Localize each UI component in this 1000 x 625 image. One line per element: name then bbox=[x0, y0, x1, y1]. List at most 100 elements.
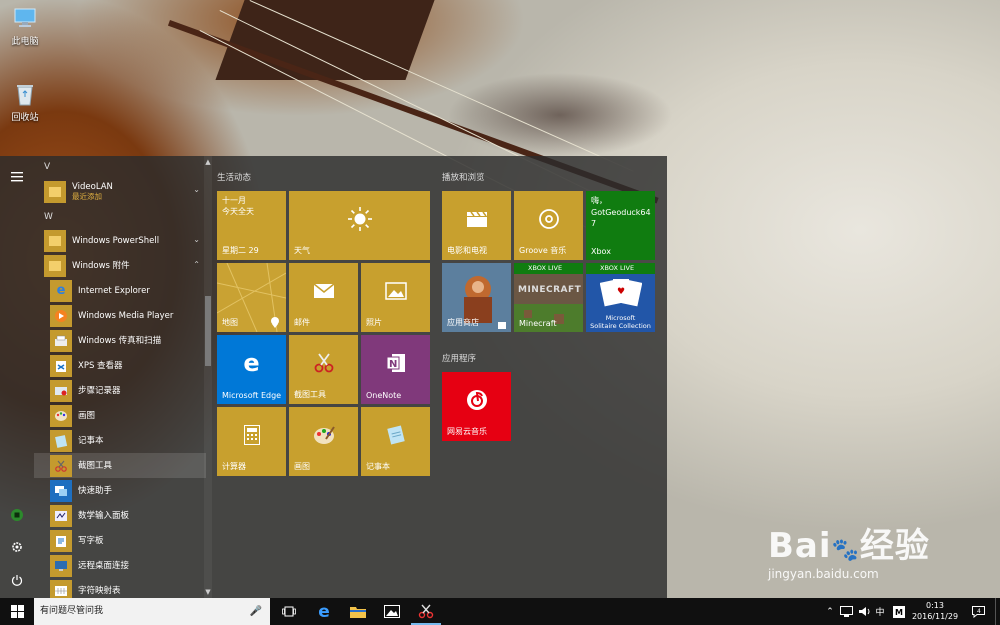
tile-label: Xbox bbox=[591, 247, 611, 256]
tile-weather[interactable]: 天气 bbox=[289, 191, 430, 260]
taskbar-snipping-tool[interactable] bbox=[411, 598, 441, 625]
app-item-internet-explorer[interactable]: e Internet Explorer bbox=[34, 278, 206, 303]
taskbar-clock[interactable]: 0:13 2016/11/29 bbox=[910, 600, 960, 622]
tile-calculator[interactable]: 计算器 bbox=[217, 407, 286, 476]
tile-store[interactable]: 应用商店 bbox=[442, 263, 511, 332]
store-bag-icon bbox=[498, 322, 506, 329]
tile-label: 记事本 bbox=[366, 462, 390, 471]
app-item-snipping-tool[interactable]: 截图工具 bbox=[34, 453, 206, 478]
watermark-url: jingyan.baidu.com bbox=[768, 567, 879, 581]
app-item-character-map[interactable]: 字符映射表 bbox=[34, 578, 206, 598]
tile-snipping-tool[interactable]: 截图工具 bbox=[289, 335, 358, 404]
show-hidden-icons-button[interactable]: ⌃ bbox=[824, 598, 836, 625]
network-icon[interactable] bbox=[838, 598, 854, 625]
settings-button[interactable] bbox=[0, 532, 34, 562]
app-item-paint[interactable]: 画图 bbox=[34, 403, 206, 428]
xps-viewer-icon bbox=[50, 354, 72, 377]
desktop-icon-computer[interactable]: 此电脑 bbox=[0, 6, 50, 47]
user-account-button[interactable] bbox=[0, 500, 34, 530]
start-button[interactable] bbox=[0, 598, 34, 625]
tile-label: 画图 bbox=[294, 462, 310, 471]
hamburger-icon bbox=[11, 172, 23, 182]
app-item-windows-media-player[interactable]: Windows Media Player bbox=[34, 303, 206, 328]
tile-groove-music[interactable]: Groove 音乐 bbox=[514, 191, 583, 260]
app-item-windows-accessories[interactable]: Windows 附件 ⌃ bbox=[34, 253, 206, 278]
ime-language-indicator[interactable]: 中 bbox=[873, 598, 887, 625]
scroll-down-arrow-icon[interactable]: ▼ bbox=[204, 588, 212, 596]
wordpad-icon bbox=[50, 529, 72, 552]
action-center-button[interactable]: 4 bbox=[968, 598, 988, 625]
tile-mail[interactable]: 邮件 bbox=[289, 263, 358, 332]
app-item-videolan[interactable]: VideoLAN 最近添加 ⌄ bbox=[34, 178, 206, 206]
letter-header-w[interactable]: W bbox=[34, 206, 206, 228]
tile-label: Microsoft Edge bbox=[222, 391, 282, 400]
remote-desktop-icon bbox=[50, 554, 72, 577]
show-desktop-button[interactable] bbox=[995, 598, 1000, 625]
tile-label: 地图 bbox=[222, 318, 238, 327]
group-title-play[interactable]: 播放和浏览 bbox=[442, 171, 485, 183]
taskbar-file-explorer[interactable] bbox=[343, 598, 373, 625]
xbox-live-badge: XBOX LIVE bbox=[586, 263, 655, 274]
app-list[interactable]: V VideoLAN 最近添加 ⌄ W Windows PowerShell ⌄ … bbox=[34, 156, 206, 598]
scroll-up-arrow-icon[interactable]: ▲ bbox=[204, 158, 212, 166]
app-item-steps-recorder[interactable]: 步骤记录器 bbox=[34, 378, 206, 403]
app-label: Windows 附件 bbox=[72, 260, 130, 271]
app-item-xps-viewer[interactable]: XPS 查看器 bbox=[34, 353, 206, 378]
recycle-bin-icon bbox=[17, 85, 33, 106]
tile-movies-tv[interactable]: 电影和电视 bbox=[442, 191, 511, 260]
tile-label: Minecraft bbox=[519, 319, 557, 328]
app-item-fax-and-scan[interactable]: Windows 传真和扫描 bbox=[34, 328, 206, 353]
clock-date: 2016/11/29 bbox=[911, 612, 959, 621]
taskbar: 有问题尽管问我 🎤 e ⌃ 中 M 0:13 2016/11/29 4 bbox=[0, 598, 1000, 625]
svg-text:4: 4 bbox=[977, 608, 981, 615]
app-item-remote-desktop[interactable]: 远程桌面连接 bbox=[34, 553, 206, 578]
app-item-windows-powershell[interactable]: Windows PowerShell ⌄ bbox=[34, 228, 206, 253]
app-label: 字符映射表 bbox=[78, 585, 121, 596]
power-button[interactable] bbox=[0, 565, 34, 595]
start-left-rail bbox=[0, 156, 34, 598]
app-item-quick-assist[interactable]: 快速助手 bbox=[34, 478, 206, 503]
cortana-search-box[interactable]: 有问题尽管问我 🎤 bbox=[34, 598, 270, 625]
taskbar-edge[interactable]: e bbox=[309, 598, 339, 625]
tile-microsoft-edge[interactable]: e Microsoft Edge bbox=[217, 335, 286, 404]
app-label: Windows PowerShell bbox=[72, 235, 160, 246]
tile-onenote[interactable]: N OneNote bbox=[361, 335, 430, 404]
tile-xbox[interactable]: 嗨， GotGeoduck647 Xbox bbox=[586, 191, 655, 260]
chevron-down-icon: ⌄ bbox=[193, 185, 200, 194]
taskbar-photos[interactable] bbox=[377, 598, 407, 625]
tile-notepad[interactable]: 记事本 bbox=[361, 407, 430, 476]
hamburger-menu-button[interactable] bbox=[0, 162, 34, 192]
letter-header-v[interactable]: V bbox=[34, 156, 206, 178]
volume-icon[interactable] bbox=[856, 598, 872, 625]
scrollbar-thumb[interactable] bbox=[205, 296, 211, 366]
paint-palette-icon bbox=[289, 407, 358, 462]
snipping-tool-icon bbox=[289, 335, 358, 390]
app-label: 截图工具 bbox=[78, 460, 113, 471]
xbox-greeting: 嗨， bbox=[591, 196, 607, 205]
recently-added-label: 最近添加 bbox=[72, 192, 102, 201]
tile-minecraft[interactable]: XBOX LIVE MINECRAFT Minecraft bbox=[514, 263, 583, 332]
group-title-life[interactable]: 生活动态 bbox=[217, 171, 251, 183]
tile-netease-music[interactable]: 网易云音乐 bbox=[442, 372, 511, 441]
tile-paint[interactable]: 画图 bbox=[289, 407, 358, 476]
folder-icon bbox=[44, 254, 66, 277]
tile-maps[interactable]: 地图 bbox=[217, 263, 286, 332]
desktop-icon-label: 此电脑 bbox=[11, 37, 39, 47]
app-list-scrollbar[interactable]: ▲ ▼ bbox=[204, 156, 212, 598]
app-label: Internet Explorer bbox=[78, 285, 150, 296]
microphone-icon[interactable]: 🎤 bbox=[250, 598, 262, 625]
tile-solitaire[interactable]: XBOX LIVE ♥ Microsoft Solitaire Collecti… bbox=[586, 263, 655, 332]
app-item-notepad[interactable]: 记事本 bbox=[34, 428, 206, 453]
ime-mode-indicator[interactable]: M bbox=[893, 606, 905, 618]
desktop-icon-recycle-bin[interactable]: 回收站 bbox=[0, 82, 50, 123]
group-title-apps[interactable]: 应用程序 bbox=[442, 352, 476, 364]
tile-calendar[interactable]: 十一月 今天全天 星期二 29 bbox=[217, 191, 286, 260]
chevron-up-icon: ⌃ bbox=[826, 606, 834, 617]
task-view-button[interactable] bbox=[274, 598, 304, 625]
folder-icon bbox=[44, 181, 66, 203]
tile-photos[interactable]: 照片 bbox=[361, 263, 430, 332]
watermark-brand: Bai bbox=[768, 526, 832, 566]
app-item-math-input-panel[interactable]: 数学输入面板 bbox=[34, 503, 206, 528]
steps-recorder-icon bbox=[50, 379, 72, 402]
app-item-wordpad[interactable]: 写字板 bbox=[34, 528, 206, 553]
